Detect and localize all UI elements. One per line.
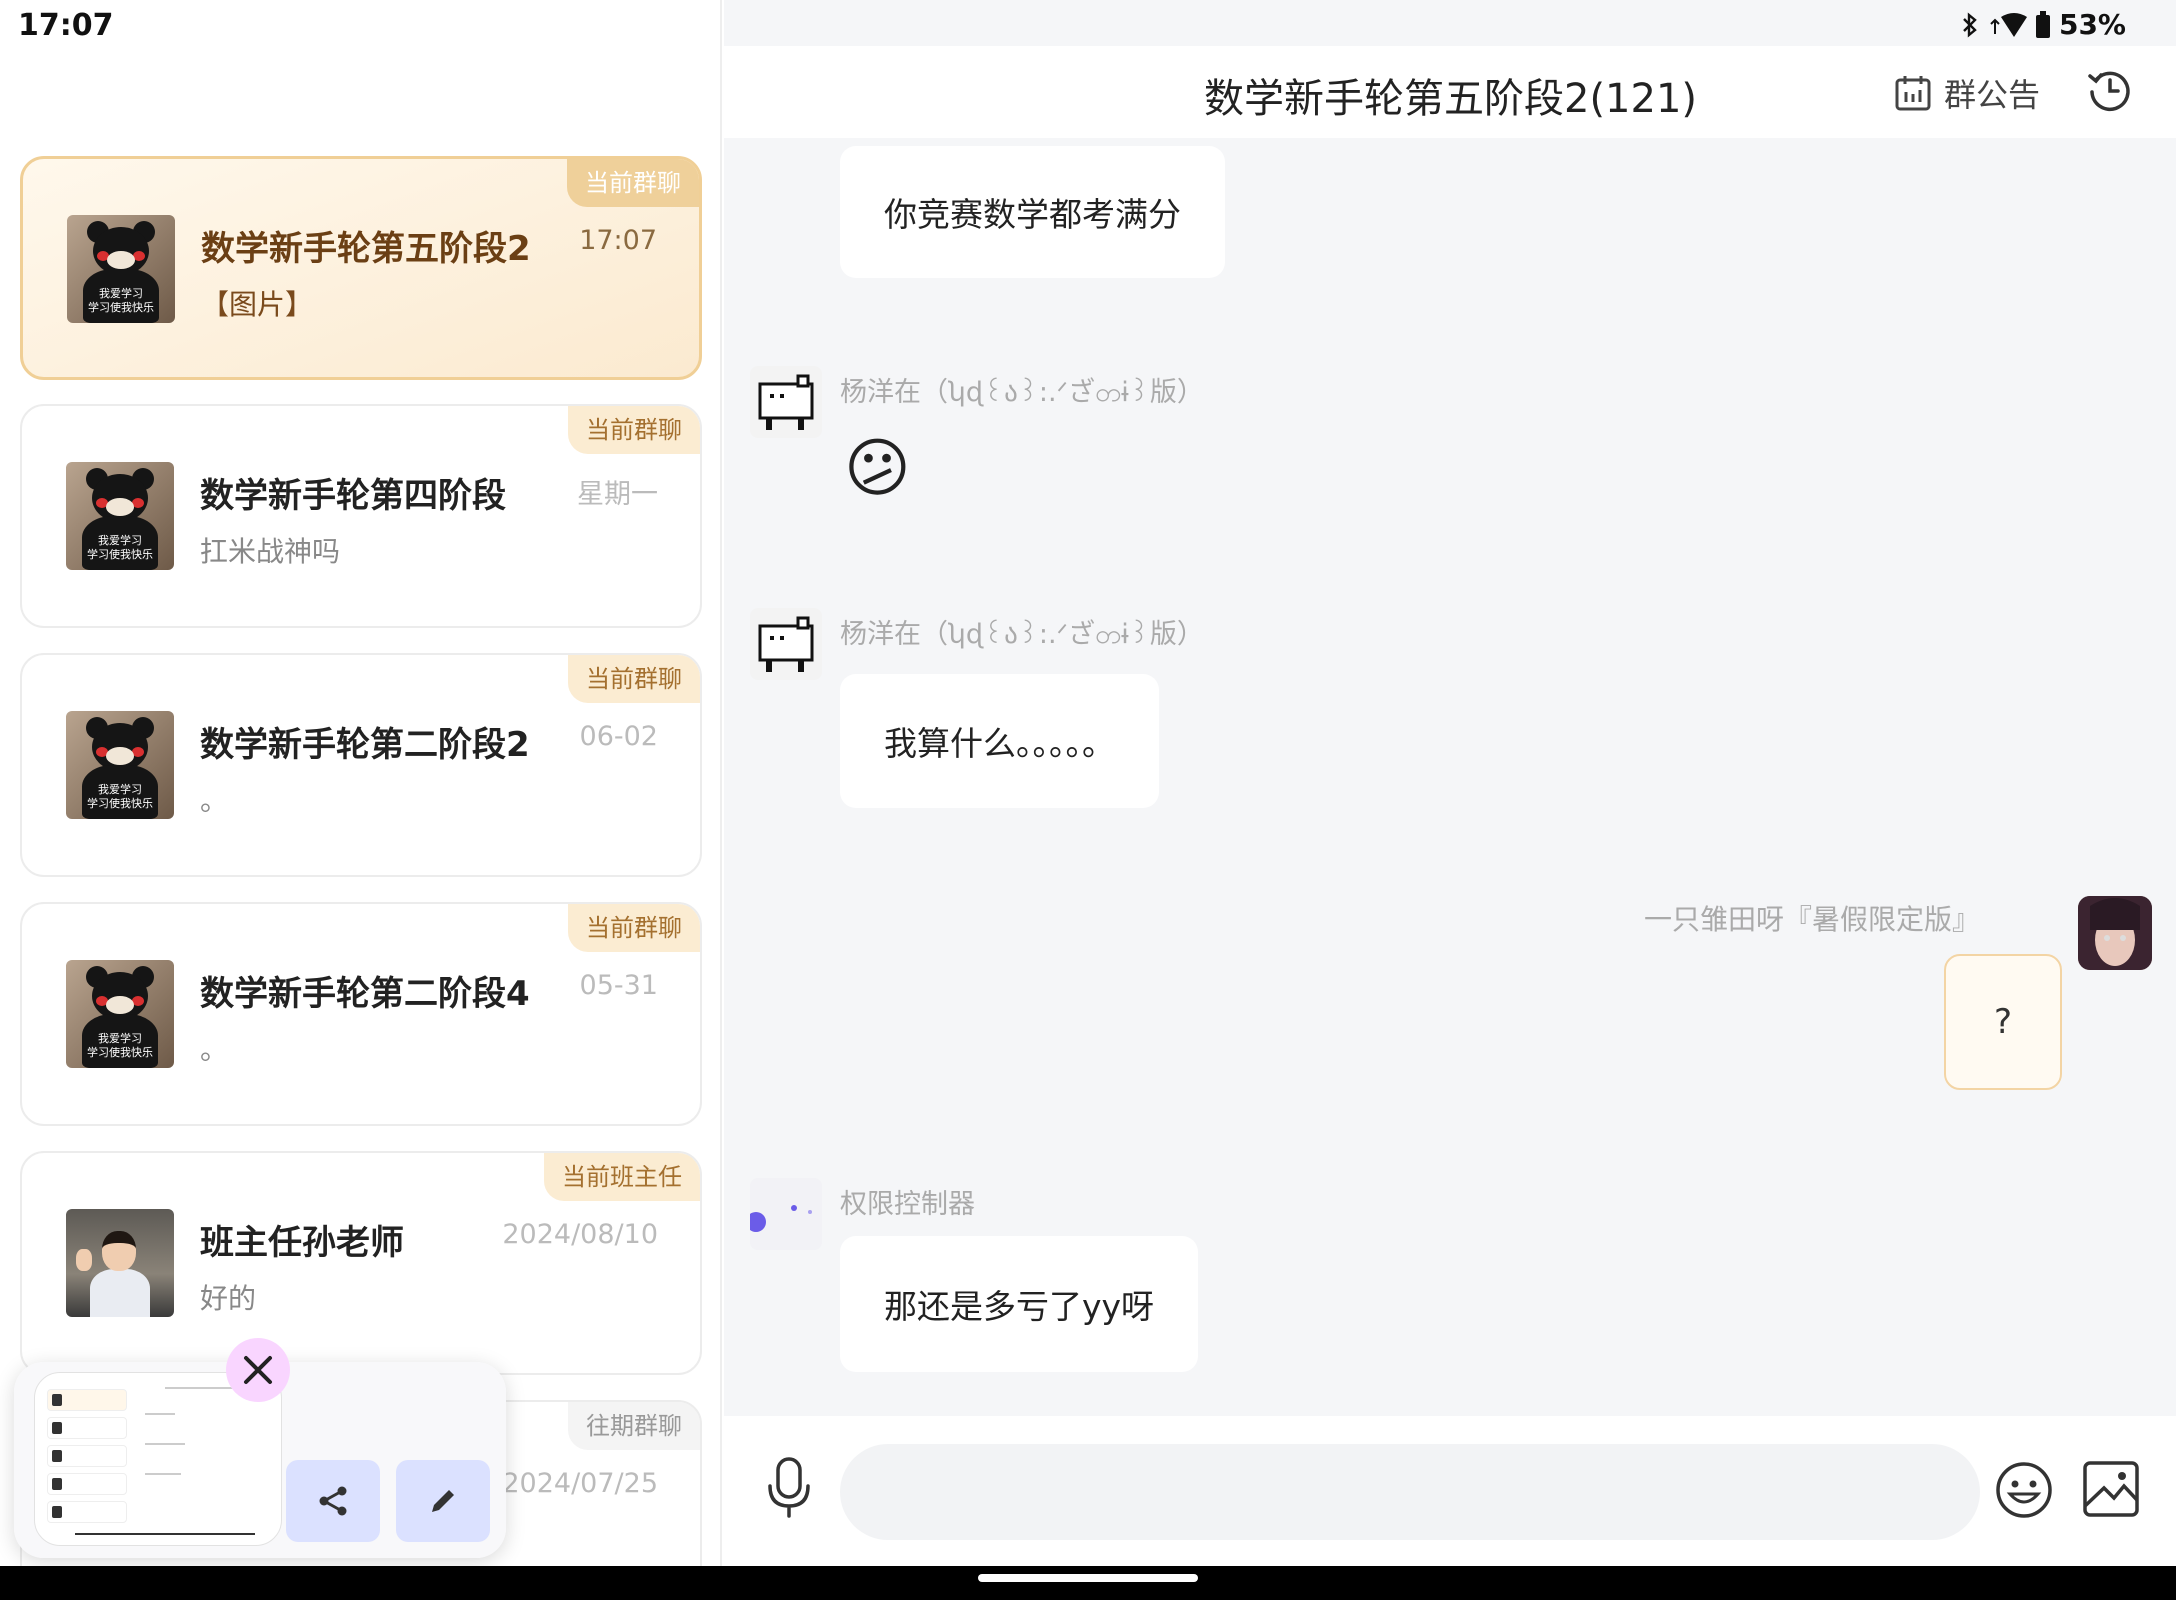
navigation-bar bbox=[0, 1566, 2176, 1600]
chat-title: 班主任孙老师 bbox=[200, 1223, 404, 1263]
message-bubble[interactable]: 那还是多亏了yy呀 bbox=[840, 1236, 1199, 1372]
bluetooth-icon bbox=[1963, 11, 1977, 38]
chat-time: 2024/07/25 bbox=[502, 1468, 658, 1499]
chat-time: 星期一 bbox=[577, 479, 658, 510]
announcement-button[interactable]: 群公告 bbox=[1894, 70, 2040, 116]
dog-avatar[interactable] bbox=[750, 608, 822, 680]
chat-header: 数学新手轮第五阶段2(121) 群公告 bbox=[724, 46, 2176, 138]
page-title: 数学新手轮第五阶段2(121) bbox=[1204, 76, 1698, 122]
calendar-icon bbox=[1895, 76, 1931, 111]
self-message-bubble[interactable]: ? bbox=[1944, 954, 2062, 1090]
emoji-icon bbox=[1996, 1462, 2052, 1518]
chat-time: 17:07 bbox=[579, 225, 657, 256]
screenshot-overlay bbox=[14, 1338, 506, 1558]
chat-time: 05-31 bbox=[579, 970, 658, 1001]
pencil-icon bbox=[432, 1490, 454, 1512]
input-bar bbox=[724, 1416, 2176, 1566]
emoji-button[interactable] bbox=[1994, 1460, 2054, 1524]
share-icon bbox=[319, 1486, 347, 1516]
message-input[interactable] bbox=[840, 1444, 1980, 1540]
group-avatar: 我爱学习 学习使我快乐 bbox=[67, 215, 175, 323]
edit-button[interactable] bbox=[396, 1460, 490, 1542]
chat-preview: 扛米战神吗 bbox=[200, 535, 341, 568]
chat-card[interactable]: 当前群聊 我爱学习 学习使我快乐 数学新手轮第二阶段4 。 05-31 bbox=[20, 902, 702, 1126]
chat-title: 数学新手轮第二阶段4 bbox=[200, 974, 530, 1014]
mic-icon bbox=[768, 1457, 810, 1518]
message-bubble[interactable]: 你竞赛数学都考满分 bbox=[840, 146, 1225, 278]
chat-preview: 。 bbox=[200, 784, 229, 817]
chat-preview: 【图片】 bbox=[201, 288, 314, 321]
status-icons: 53% bbox=[1961, 8, 2126, 41]
share-button[interactable] bbox=[286, 1460, 380, 1542]
history-button[interactable] bbox=[2086, 66, 2134, 118]
bot-avatar[interactable] bbox=[750, 1178, 822, 1250]
chat-card-active[interactable]: 当前群聊 我爱学习 学习使我快乐 数学新手轮第五阶段2 【图片】 17:07 bbox=[20, 156, 702, 380]
chat-tag: 当前群聊 bbox=[567, 159, 699, 207]
self-sender-name: 一只雏田呀『暑假限定版』 bbox=[1643, 903, 1980, 936]
chat-tag: 当前群聊 bbox=[568, 406, 700, 454]
dog-avatar[interactable] bbox=[750, 366, 822, 438]
emoji-message[interactable]: 😕 bbox=[844, 430, 911, 508]
group-avatar: 我爱学习 学习使我快乐 bbox=[66, 462, 174, 570]
chat-title: 数学新手轮第五阶段2 bbox=[201, 229, 531, 269]
chat-tag: 往期群聊 bbox=[568, 1402, 700, 1450]
wifi-icon bbox=[1990, 12, 2027, 37]
chat-list-panel: 17:07 当前群聊 我爱学习 学习使我快乐 数学新手轮第五阶段2 【图片】 17… bbox=[0, 0, 722, 1566]
sender-name: 杨洋在（ʮɖ꒰ა꒱:.ᐟざတɨ꒱版） bbox=[840, 619, 1204, 650]
chat-tag: 当前群聊 bbox=[568, 655, 700, 703]
chat-preview: 好的 bbox=[200, 1282, 257, 1315]
message-bubble[interactable]: 我算什么。。。。。 bbox=[840, 674, 1159, 808]
chat-title: 数学新手轮第二阶段2 bbox=[200, 725, 530, 765]
self-avatar[interactable] bbox=[2078, 896, 2152, 970]
chat-card[interactable]: 当前群聊 我爱学习 学习使我快乐 数学新手轮第二阶段2 。 06-02 bbox=[20, 653, 702, 877]
sender-name: 杨洋在（ʮɖ꒰ა꒱:.ᐟざတɨ꒱版） bbox=[840, 377, 1204, 408]
voice-button[interactable] bbox=[764, 1456, 814, 1524]
image-button[interactable] bbox=[2082, 1460, 2140, 1522]
home-handle[interactable] bbox=[978, 1574, 1198, 1582]
chat-card[interactable]: 当前群聊 我爱学习 学习使我快乐 数学新手轮第四阶段 扛米战神吗 星期一 bbox=[20, 404, 702, 628]
battery-icon bbox=[2035, 10, 2050, 38]
battery-level: 53% bbox=[2058, 8, 2126, 41]
image-icon bbox=[2083, 1461, 2139, 1517]
announcement-label: 群公告 bbox=[1944, 76, 2041, 114]
chat-time: 2024/08/10 bbox=[502, 1219, 658, 1250]
group-avatar: 我爱学习 学习使我快乐 bbox=[66, 960, 174, 1068]
teacher-avatar bbox=[66, 1209, 174, 1317]
chat-title: 数学新手轮第四阶段 bbox=[200, 476, 506, 516]
close-button[interactable] bbox=[226, 1338, 290, 1402]
group-avatar: 我爱学习 学习使我快乐 bbox=[66, 711, 174, 819]
chat-card[interactable]: 当前班主任 班主任孙老师 好的 2024/08/10 bbox=[20, 1151, 702, 1375]
history-icon bbox=[2088, 71, 2130, 112]
chat-preview: 。 bbox=[200, 1033, 229, 1066]
sender-name: 权限控制器 bbox=[840, 1189, 975, 1220]
status-clock: 17:07 bbox=[18, 8, 114, 43]
chat-tag: 当前群聊 bbox=[568, 904, 700, 952]
conversation-panel: 53% 数学新手轮第五阶段2(121) 群公告 你竞赛数学都考满分 杨洋在（ʮɖ… bbox=[724, 0, 2176, 1566]
chat-tag: 当前班主任 bbox=[544, 1153, 700, 1201]
chat-time: 06-02 bbox=[579, 721, 658, 752]
close-icon bbox=[244, 1356, 272, 1384]
